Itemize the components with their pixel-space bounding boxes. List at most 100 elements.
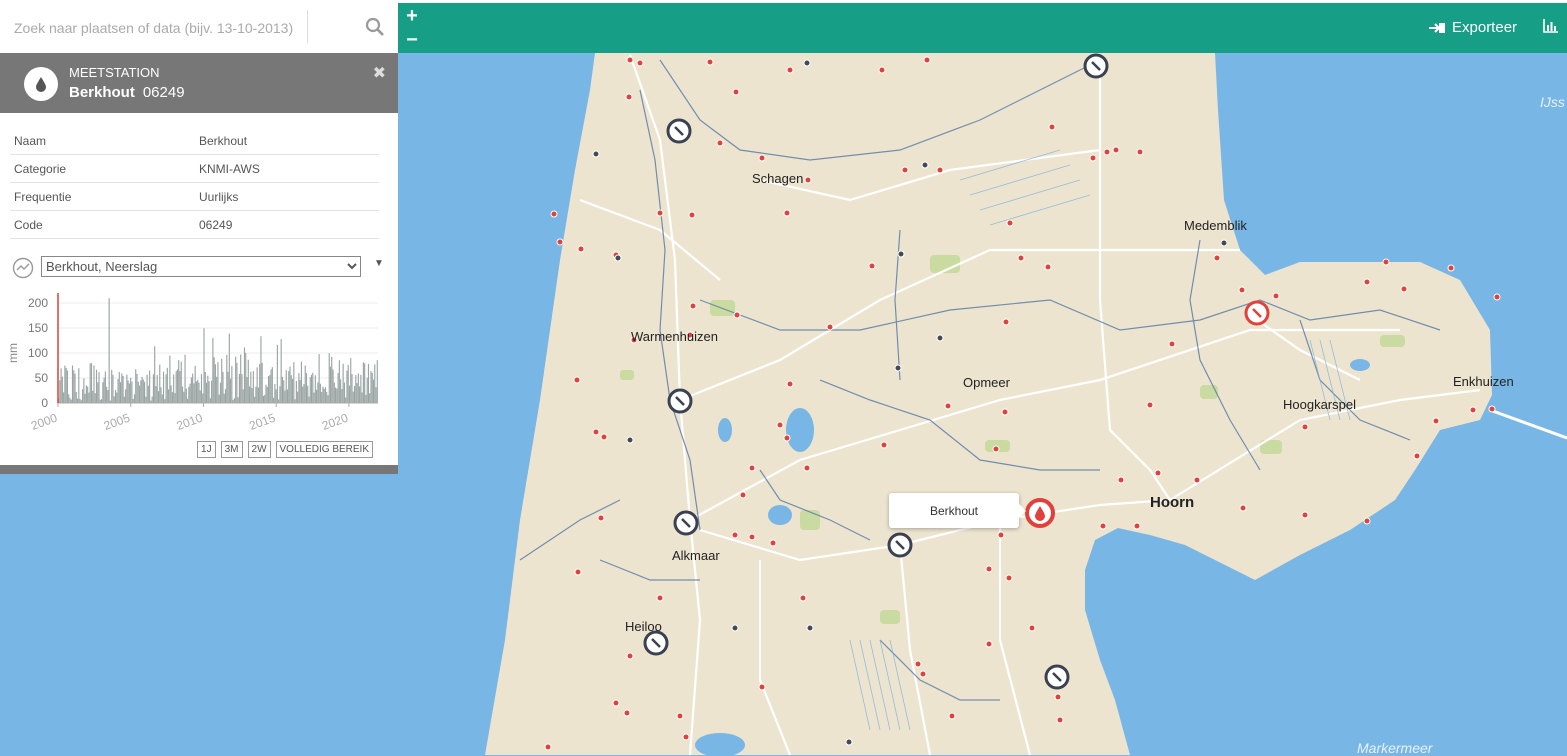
chart-bar [235, 356, 237, 403]
chart-bar [369, 393, 371, 403]
export-button[interactable]: Exporteer [1428, 19, 1517, 36]
chart-bar [376, 360, 378, 403]
place-label: Warmenhuizen [631, 329, 718, 344]
chart-bar [353, 386, 356, 403]
chart-bar [146, 374, 148, 403]
zoom-out-button[interactable]: − [404, 29, 420, 51]
precipitation-chart[interactable]: 0 50 100 150 200 mm 2000 2005 2010 2015 2020 [0, 285, 398, 435]
chart-bar [264, 394, 266, 403]
chart-bar [180, 361, 182, 403]
y-axis-label: mm [6, 343, 20, 363]
chart-bar [283, 380, 285, 403]
zoom-in-button[interactable]: + [404, 5, 420, 27]
chart-bar [114, 389, 117, 403]
search-bar [0, 0, 398, 54]
chart-bar [269, 375, 271, 403]
chart-bar [310, 374, 313, 403]
chart-bar [133, 394, 136, 403]
detail-value: 06249 [195, 210, 379, 239]
water-label: Markermeer [1357, 740, 1433, 756]
place-label: Enkhuizen [1453, 374, 1514, 389]
chart-bar [171, 392, 173, 403]
chart-bar [60, 368, 62, 403]
chart-bar [319, 383, 321, 403]
chart-bar [267, 376, 270, 403]
chart-bar [230, 378, 232, 403]
chart-bar [128, 383, 130, 403]
chart-bar [71, 365, 74, 403]
chart-bar [364, 363, 366, 403]
chart-bar [308, 396, 310, 403]
chart-bar [69, 397, 71, 403]
chart-bar [317, 382, 319, 403]
range-2w-button[interactable]: 2W [247, 441, 271, 458]
chart-bar [162, 371, 165, 403]
range-1j-button[interactable]: 1J [197, 441, 216, 458]
chart-bar [166, 367, 168, 403]
station-details-table: Naam Berkhout Categorie KNMI-AWS Frequenti… [10, 127, 379, 239]
chart-bar [371, 372, 373, 403]
chart-bar [92, 390, 94, 403]
search-input[interactable] [12, 15, 301, 41]
search-divider [307, 10, 308, 43]
chart-bar [293, 362, 295, 403]
range-3m-button[interactable]: 3M [220, 441, 243, 458]
chart-bar [144, 381, 146, 403]
close-icon[interactable]: ✖ [373, 63, 386, 83]
chart-bar [190, 377, 192, 403]
chart-bar [248, 386, 251, 403]
chart-bar [156, 375, 158, 403]
series-select[interactable]: Berkhout, Neerslag [41, 256, 361, 277]
chart-toggle-button[interactable] [1543, 19, 1559, 38]
chart-bar [187, 398, 189, 403]
chart-bar [108, 298, 110, 403]
chart-bar [61, 376, 63, 403]
range-buttons: 1J 3M 2W VOLLEDIG BEREIK [197, 441, 373, 458]
chart-bar [346, 370, 348, 403]
selected-station-marker [1025, 498, 1055, 528]
chart-bar [178, 360, 180, 403]
chart-bar [188, 386, 190, 403]
chart-bar [327, 395, 329, 403]
chart-bar [122, 376, 124, 403]
chart-bar [345, 397, 347, 403]
search-icon[interactable] [365, 17, 385, 37]
chart-bar [95, 369, 98, 403]
chart-bar [68, 394, 70, 403]
chart-bar [280, 339, 282, 403]
place-label: Medemblik [1184, 218, 1247, 233]
chart-bar [307, 385, 309, 403]
chart-bar [125, 389, 127, 403]
range-full-button[interactable]: VOLLEDIG BEREIK [275, 441, 373, 458]
chart-bar [290, 375, 292, 403]
chart-bar [173, 374, 175, 403]
chart-bar [126, 374, 128, 403]
y-tick-label: 200 [28, 296, 48, 310]
chart-bar [348, 385, 351, 403]
x-tick-label: 2020 [320, 411, 350, 433]
chart-bar [85, 385, 87, 403]
chart-bar [195, 381, 198, 403]
chart-bar [145, 396, 147, 403]
chart-bar [198, 382, 200, 403]
chart-bar [328, 353, 330, 403]
chart-bar [246, 377, 248, 403]
chart-bar [142, 379, 144, 403]
chart-bar [205, 382, 208, 403]
chart-bar [78, 368, 80, 403]
detail-value: Uurlijks [195, 182, 379, 211]
chart-bar [259, 363, 261, 403]
chart-bar [217, 362, 219, 403]
chart-bar [149, 370, 151, 403]
chart-bar [359, 386, 361, 403]
chart-bar [366, 377, 368, 403]
chart-bar [202, 393, 204, 403]
chart-bar [333, 382, 335, 403]
chart-bar [212, 338, 214, 403]
chart-bar [127, 380, 129, 403]
chart-bar [90, 363, 93, 403]
chart-bar [262, 395, 265, 403]
chart-bar [66, 370, 68, 403]
raindrop-icon [36, 77, 46, 92]
series-menu-caret-icon[interactable]: ▼ [374, 258, 384, 269]
